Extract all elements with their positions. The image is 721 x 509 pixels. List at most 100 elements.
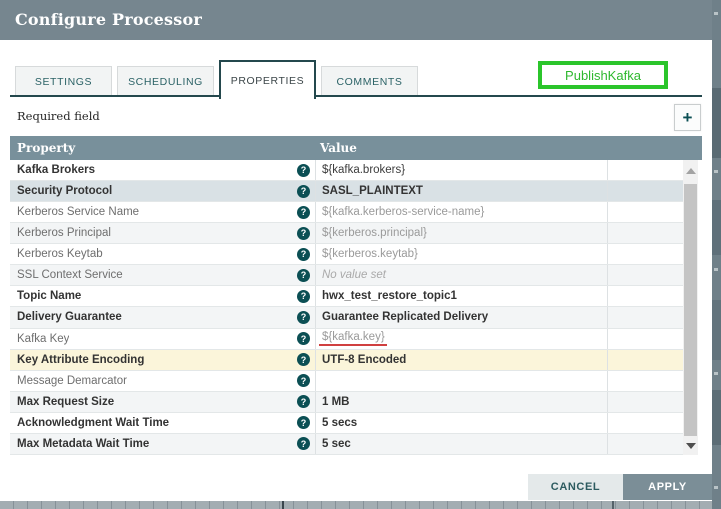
property-value-cell[interactable]: No value set — [315, 265, 607, 286]
property-value-cell[interactable]: Guarantee Replicated Delivery — [315, 307, 607, 328]
canvas-speck — [714, 12, 718, 15]
canvas-speck — [714, 268, 718, 271]
help-icon[interactable]: ? — [297, 268, 310, 282]
table-row[interactable]: Kerberos Keytab? ${kerberos.keytab} — [10, 244, 683, 266]
add-property-button[interactable]: + — [674, 104, 701, 131]
tab-scheduling[interactable]: SCHEDULING — [117, 66, 214, 96]
property-name: Delivery Guarantee — [17, 311, 122, 324]
property-value: No value set — [322, 269, 386, 282]
row-extra-cell — [607, 265, 683, 286]
help-icon[interactable]: ? — [297, 310, 310, 324]
property-value: UTF-8 Encoded — [322, 353, 407, 366]
table-row[interactable]: Kerberos Service Name? ${kafka.kerberos-s… — [10, 202, 683, 224]
scroll-up-arrow-icon[interactable] — [686, 168, 696, 174]
nifi-canvas-right-strip — [712, 0, 721, 509]
table-row[interactable]: Topic Name? hwx_test_restore_topic1 — [10, 286, 683, 308]
property-value: ${kafka.key} — [319, 331, 387, 347]
table-row[interactable]: SSL Context Service? No value set — [10, 265, 683, 287]
help-icon[interactable]: ? — [297, 205, 310, 219]
help-icon[interactable]: ? — [297, 184, 310, 198]
dialog-titlebar: Configure Processor — [0, 0, 712, 40]
property-name-cell: Message Demarcator? — [10, 371, 315, 391]
row-extra-cell — [607, 349, 683, 370]
table-row[interactable]: Delivery Guarantee? Guarantee Replicated … — [10, 307, 683, 329]
property-value-cell[interactable]: hwx_test_restore_topic1 — [315, 286, 607, 307]
table-row[interactable]: Kerberos Principal? ${kerberos.principal} — [10, 223, 683, 245]
property-value-cell[interactable]: 1 MB — [315, 391, 607, 412]
property-name: Key Attribute Encoding — [17, 353, 145, 366]
cancel-button[interactable]: CANCEL — [528, 474, 623, 500]
help-icon[interactable]: ? — [297, 226, 310, 240]
property-value-cell[interactable]: ${kafka.brokers} — [315, 160, 607, 181]
tab-settings[interactable]: SETTINGS — [15, 66, 112, 96]
table-row[interactable]: Kafka Key? ${kafka.key} — [10, 328, 683, 350]
property-value: 1 MB — [322, 395, 350, 408]
property-value: Guarantee Replicated Delivery — [322, 311, 489, 324]
help-icon[interactable]: ? — [297, 374, 310, 388]
table-scrollbar[interactable] — [683, 160, 698, 455]
canvas-fragment — [712, 200, 721, 255]
property-name: Security Protocol — [17, 185, 113, 198]
property-value-cell[interactable]: ${kafka.kerberos-service-name} — [315, 202, 607, 223]
table-row[interactable]: Acknowledgment Wait Time? 5 secs — [10, 412, 683, 434]
canvas-grid-line — [612, 501, 614, 509]
property-name-cell: Acknowledgment Wait Time? — [10, 413, 315, 433]
property-value: 5 secs — [322, 416, 358, 429]
property-value-cell[interactable]: ${kerberos.keytab} — [315, 244, 607, 265]
row-extra-cell — [607, 307, 683, 328]
property-name-cell: Max Metadata Wait Time? — [10, 434, 315, 454]
tab-properties[interactable]: PROPERTIES — [219, 60, 316, 99]
table-row[interactable]: Max Metadata Wait Time? 5 sec — [10, 433, 683, 455]
properties-table-body: Kafka Brokers? ${kafka.brokers} Security P… — [10, 160, 683, 455]
table-row[interactable]: Max Request Size? 1 MB — [10, 391, 683, 413]
property-name-cell: Max Request Size? — [10, 392, 315, 412]
property-value-cell[interactable]: UTF-8 Encoded — [315, 349, 607, 370]
property-name-cell: Kerberos Keytab? — [10, 244, 315, 264]
help-icon[interactable]: ? — [297, 353, 310, 367]
property-value: 5 sec — [322, 437, 351, 450]
row-extra-cell — [607, 412, 683, 433]
required-field-label: Required field — [17, 109, 100, 123]
help-icon[interactable]: ? — [297, 395, 310, 409]
property-name-cell: Kafka Brokers? — [10, 160, 315, 180]
dialog-title: Configure Processor — [15, 10, 202, 29]
property-name-cell: Delivery Guarantee? — [10, 307, 315, 327]
table-row[interactable]: Security Protocol? SASL_PLAINTEXT — [10, 181, 683, 203]
table-row[interactable]: Message Demarcator? — [10, 370, 683, 392]
scroll-down-arrow-icon[interactable] — [686, 443, 696, 449]
property-name-cell: Kerberos Service Name? — [10, 202, 315, 222]
property-value-cell[interactable]: 5 sec — [315, 433, 607, 454]
canvas-fragment — [712, 88, 721, 158]
property-name-cell: Kafka Key? — [10, 329, 315, 349]
tab-comments[interactable]: COMMENTS — [321, 66, 418, 96]
property-value-cell[interactable]: SASL_PLAINTEXT — [315, 181, 607, 202]
column-header-value: Value — [320, 141, 357, 155]
processor-name-label: PublishKafka — [565, 67, 641, 83]
table-row[interactable]: Key Attribute Encoding? UTF-8 Encoded — [10, 349, 683, 371]
help-icon[interactable]: ? — [297, 247, 310, 261]
apply-button[interactable]: APPLY — [623, 474, 712, 500]
canvas-grid-line — [282, 501, 284, 509]
help-icon[interactable]: ? — [297, 289, 310, 303]
property-value-cell[interactable]: ${kafka.key} — [315, 328, 607, 349]
help-icon[interactable]: ? — [297, 163, 310, 177]
property-value-cell[interactable]: ${kerberos.principal} — [315, 223, 607, 244]
help-icon[interactable]: ? — [297, 416, 310, 430]
table-row[interactable]: Kafka Brokers? ${kafka.brokers} — [10, 160, 683, 182]
property-value-cell[interactable] — [315, 370, 607, 391]
properties-table-header: Property Value — [10, 136, 702, 160]
plus-icon: + — [682, 107, 693, 127]
help-icon[interactable]: ? — [297, 437, 310, 451]
property-name-cell: Key Attribute Encoding? — [10, 350, 315, 370]
row-extra-cell — [607, 391, 683, 412]
property-name: Max Metadata Wait Time — [17, 437, 150, 450]
property-value: ${kafka.kerberos-service-name} — [322, 206, 485, 219]
property-value-cell[interactable]: 5 secs — [315, 412, 607, 433]
help-icon[interactable]: ? — [297, 332, 310, 346]
canvas-speck — [714, 372, 718, 375]
scrollbar-thumb[interactable] — [684, 184, 697, 436]
row-extra-cell — [607, 244, 683, 265]
row-extra-cell — [607, 160, 683, 181]
canvas-speck — [714, 170, 718, 173]
row-extra-cell — [607, 223, 683, 244]
